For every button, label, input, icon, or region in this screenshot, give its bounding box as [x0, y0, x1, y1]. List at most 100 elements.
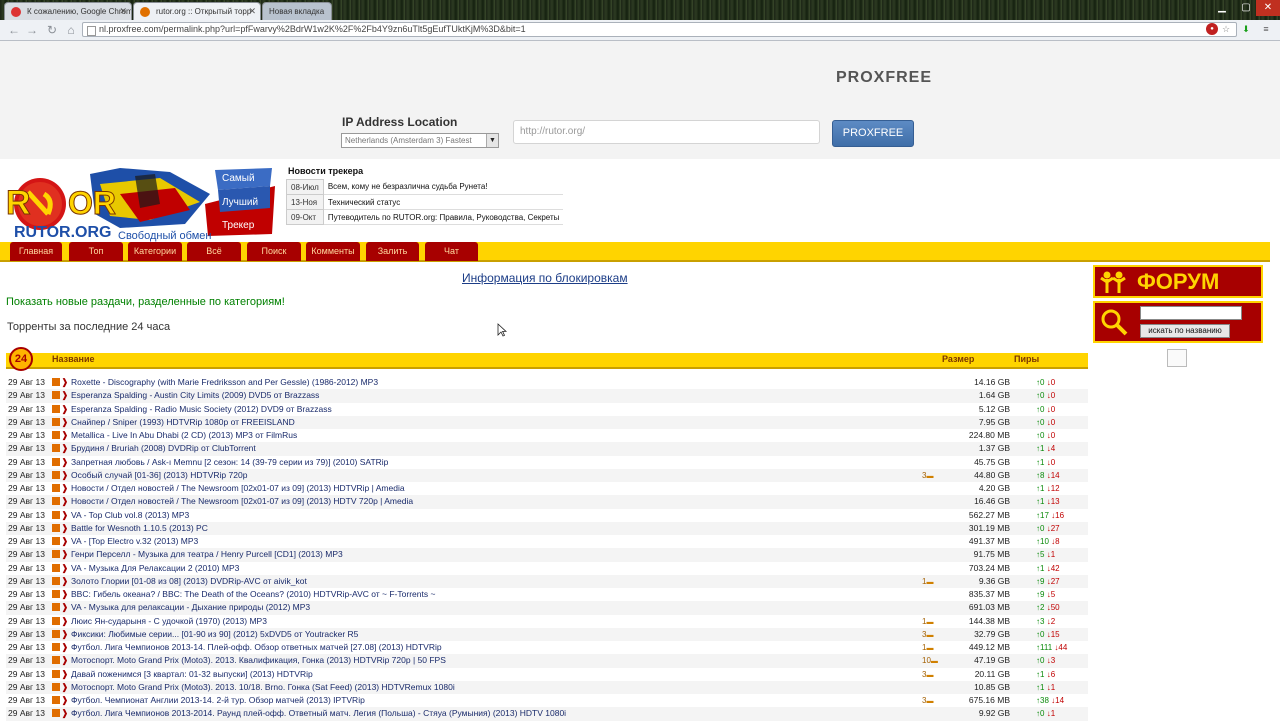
sidebar-search-button[interactable]: искать по названию [1140, 324, 1230, 338]
magnet-icon[interactable]: ❱ [61, 523, 69, 533]
table-row[interactable]: 29 Авг 13 ❱ VA - Музыка для релаксации - Д… [6, 601, 1088, 615]
download-torrent-icon[interactable] [52, 457, 60, 466]
table-row[interactable]: 29 Авг 13 ❱ VA - Музыка Для Релаксации 2 (… [6, 562, 1088, 575]
magnet-icon[interactable]: ❱ [61, 589, 69, 599]
row-title-link[interactable]: Запретная любовь / Ask-ı Memnu [2 сезон:… [71, 456, 926, 469]
download-torrent-icon[interactable] [52, 682, 60, 691]
sidebar-search-input[interactable] [1140, 306, 1242, 320]
proxy-url-input[interactable]: http://rutor.org/ [513, 120, 820, 144]
download-torrent-icon[interactable] [52, 616, 60, 625]
menu-icon[interactable]: ≡ [1260, 23, 1272, 35]
table-row[interactable]: 29 Авг 13 ❱ Мотоспорт. Moto Grand Prix (Mo… [6, 654, 1088, 668]
magnet-icon[interactable]: ❱ [61, 390, 69, 400]
row-comments[interactable]: 10▬ [922, 654, 938, 668]
download-torrent-icon[interactable] [52, 643, 60, 651]
table-row[interactable]: 29 Авг 13 ❱ VA - Top Club vol.8 (2013) MP3… [6, 509, 1088, 522]
magnet-icon[interactable]: ❱ [61, 655, 69, 665]
magnet-icon[interactable]: ❱ [61, 616, 69, 626]
row-title-link[interactable]: Футбол. Лига Чемпионов 2013-2014. Раунд … [71, 707, 926, 720]
download-torrent-icon[interactable] [52, 497, 60, 506]
magnet-icon[interactable]: ❱ [61, 576, 69, 586]
row-title-link[interactable]: Генри Перселл - Музыка для театра / Henr… [71, 548, 926, 561]
download-torrent-icon[interactable] [52, 576, 60, 585]
row-title-link[interactable]: BBC: Гибель океана? / BBC: The Death of … [71, 588, 926, 601]
row-title-link[interactable]: Люис Ян-сударыня - С удочкой (1970) (201… [71, 615, 926, 628]
table-row[interactable]: 29 Авг 13 ❱ Battle for Wesnoth 1.10.5 (201… [6, 521, 1088, 535]
close-tab-icon[interactable]: ✕ [119, 3, 127, 20]
nav-all[interactable]: Всё [187, 242, 241, 261]
download-torrent-icon[interactable] [52, 603, 60, 612]
nav-chat[interactable]: Чат [425, 242, 478, 261]
row-comments[interactable]: 3▬ [922, 628, 933, 642]
download-torrent-icon[interactable] [52, 378, 60, 386]
tab-2[interactable]: rutor.org :: Открытый торр ✕ [133, 2, 261, 20]
nav-categories[interactable]: Категории [128, 242, 182, 261]
adblock-icon[interactable]: ● [1206, 23, 1218, 35]
table-row[interactable]: 29 Авг 13 ❱ VA - [Top Electro v.32 (2013) … [6, 535, 1088, 548]
row-title-link[interactable]: VA - [Top Electro v.32 (2013) MP3 [71, 535, 926, 548]
magnet-icon[interactable]: ❱ [61, 457, 69, 467]
download-torrent-icon[interactable] [52, 431, 60, 439]
nav-main[interactable]: Главная [10, 242, 62, 261]
download-torrent-icon[interactable] [52, 629, 60, 638]
table-row[interactable]: 29 Авг 13 ❱ Roxette - Discography (with Ma… [6, 376, 1088, 389]
download-torrent-icon[interactable] [52, 537, 60, 545]
magnet-icon[interactable]: ❱ [61, 695, 69, 705]
tab-3[interactable]: Новая вкладка [262, 2, 332, 20]
close-tab-icon[interactable]: ✕ [248, 3, 256, 20]
row-title-link[interactable]: Золото Глории [01-08 из 08] (2013) DVDRi… [71, 575, 926, 588]
row-title-link[interactable]: Футбол. Чемпионат Англии 2013-14. 2-й ту… [71, 694, 926, 707]
nav-top[interactable]: Топ [69, 242, 123, 261]
row-title-link[interactable]: Новости / Отдел новостей / The Newsroom … [71, 482, 926, 495]
table-row[interactable]: 29 Авг 13 ❱ Футбол. Лига Чемпионов 2013-20… [6, 707, 1088, 721]
magnet-icon[interactable]: ❱ [61, 602, 69, 612]
download-torrent-icon[interactable] [52, 590, 60, 598]
row-title-link[interactable]: Roxette - Discography (with Marie Fredri… [71, 376, 926, 389]
row-title-link[interactable]: Особый случай [01-36] (2013) HDTVRip 720… [71, 469, 926, 482]
magnet-icon[interactable]: ❱ [61, 430, 69, 440]
download-torrent-icon[interactable] [52, 709, 60, 718]
magnet-icon[interactable]: ❱ [61, 377, 69, 387]
magnet-icon[interactable]: ❱ [61, 549, 69, 559]
row-title-link[interactable]: Новости / Отдел новостей / The Newsroom … [71, 495, 926, 508]
rutor-logo[interactable]: R OR RUTOR.ORG Свободный обмен Самый Луч… [0, 164, 280, 242]
row-title-link[interactable]: Metallica - Live In Abu Dhabi (2 CD) (20… [71, 429, 926, 442]
news-row[interactable]: 09-Окт Путеводитель по RUTOR.org: Правила… [286, 209, 564, 225]
table-row[interactable]: 29 Авг 13 ❱ Снайпер / Sniper (1993) HDTVRi… [6, 415, 1088, 429]
row-title-link[interactable]: Брудиня / Bruriah (2008) DVDRip от ClubT… [71, 442, 926, 455]
news-text[interactable]: Всем, кому не безразлична судьба Рунета! [323, 179, 564, 195]
row-comments[interactable]: 1▬ [922, 641, 933, 655]
row-title-link[interactable]: Давай поженимся [3 квартал: 01-32 выпуск… [71, 668, 926, 681]
magnet-icon[interactable]: ❱ [61, 510, 69, 520]
magnet-icon[interactable]: ❱ [61, 404, 69, 414]
table-row[interactable]: 29 Авг 13 ❱ Футбол. Чемпионат Англии 2013-… [6, 694, 1088, 707]
magnet-icon[interactable]: ❱ [61, 629, 69, 639]
table-row[interactable]: 29 Авг 13 ❱ Давай поженимся [3 квартал: 01… [6, 668, 1088, 681]
table-row[interactable]: 29 Авг 13 ❱ Esperanza Spalding - Austin Ci… [6, 389, 1088, 403]
download-torrent-icon[interactable] [52, 510, 60, 519]
row-comments[interactable]: 3▬ [922, 469, 933, 483]
header-peers[interactable]: Пиры [1014, 354, 1039, 364]
magnet-icon[interactable]: ❱ [61, 669, 69, 679]
address-bar[interactable]: nl.proxfree.com/permalink.php?url=pfFwar… [82, 22, 1237, 37]
table-row[interactable]: 29 Авг 13 ❱ Брудиня / Bruriah (2008) DVDRi… [6, 442, 1088, 456]
row-title-link[interactable]: Снайпер / Sniper (1993) HDTVRip 1080p от… [71, 416, 926, 429]
download-torrent-icon[interactable] [52, 550, 60, 559]
row-comments[interactable]: 1▬ [922, 615, 933, 629]
download-torrent-icon[interactable] [52, 404, 60, 413]
table-row[interactable]: 29 Авг 13 ❱ Запретная любовь / Ask-ı Memnu… [6, 456, 1088, 469]
proxfree-button[interactable]: PROXFREE [832, 120, 914, 147]
download-torrent-icon[interactable] [52, 484, 60, 492]
table-row[interactable]: 29 Авг 13 ❱ Фиксики: Любимые серии... [01-… [6, 627, 1088, 642]
home-icon[interactable]: ⌂ [63, 22, 79, 38]
close-window-icon[interactable]: ✕ [1256, 0, 1280, 16]
download-torrent-icon[interactable] [52, 669, 60, 678]
header-name[interactable]: Название [52, 354, 94, 364]
row-title-link[interactable]: Футбол. Лига Чемпионов 2013-14. Плей-офф… [71, 641, 926, 654]
download-torrent-icon[interactable] [52, 563, 60, 572]
news-row[interactable]: 08-Июл Всем, кому не безразлична судьба Р… [286, 179, 564, 195]
table-row[interactable]: 29 Авг 13 ❱ Metallica - Live In Abu Dhabi … [6, 429, 1088, 442]
download-torrent-icon[interactable] [52, 656, 60, 665]
nav-comments[interactable]: Комменты [306, 242, 360, 261]
row-comments[interactable]: 1▬ [922, 575, 933, 589]
